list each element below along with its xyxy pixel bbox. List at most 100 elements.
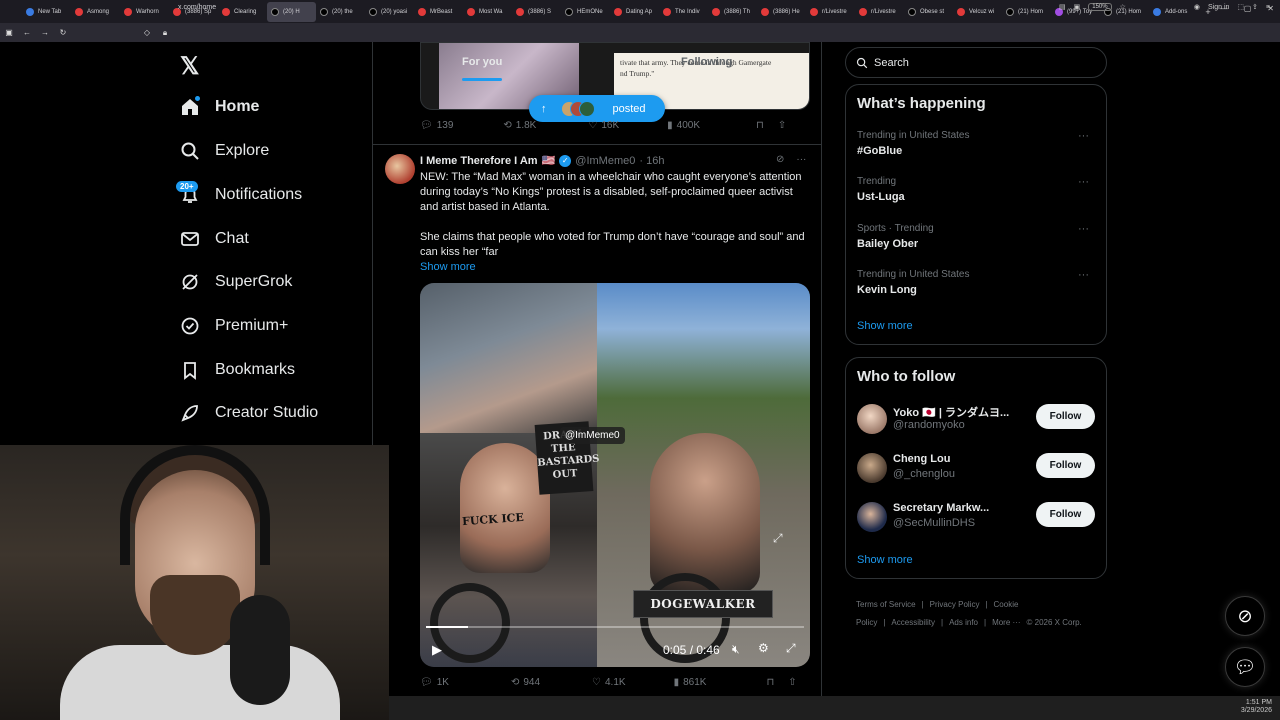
nav-explore[interactable]: Explore (180, 141, 269, 161)
messages-fab-button[interactable]: 💬︎ (1225, 647, 1265, 687)
author-name[interactable]: I Meme Therefore I Am (420, 155, 538, 167)
follow-show-more[interactable]: Show more (857, 554, 913, 566)
browser-tab[interactable]: Dating Ap (610, 2, 659, 22)
nav-premium[interactable]: Premium+ (180, 316, 288, 336)
follow-button[interactable]: Follow (1036, 453, 1095, 478)
footer-link[interactable]: Ads info (949, 618, 978, 627)
browser-tab[interactable]: (20) yoasi (365, 2, 414, 22)
footer-link[interactable]: Accessibility (891, 618, 935, 627)
more-icon[interactable]: ··· (1078, 223, 1089, 235)
rocket-icon (180, 403, 200, 423)
trends-show-more[interactable]: Show more (857, 320, 913, 332)
like-button[interactable]: ♡ 4.1K (592, 677, 626, 688)
trend-item[interactable]: Sports · Trending Bailey Ober ··· (857, 223, 1097, 250)
footer-link[interactable]: Privacy Policy (930, 600, 980, 609)
bookmark-icon[interactable]: ⊓ (756, 120, 764, 131)
back-icon[interactable]: ← (18, 28, 36, 37)
footer-link[interactable]: More ··· (992, 618, 1020, 627)
repost-button[interactable]: ⟲ 1.8K (503, 120, 536, 131)
fullscreen-icon[interactable]: ⤢ (786, 641, 796, 656)
new-posts-pill[interactable]: ↑ posted (529, 95, 665, 122)
share-icon[interactable]: ⇪ (1252, 3, 1258, 11)
sidebar-toggle-icon[interactable]: ▣ (0, 28, 18, 37)
expand-icon[interactable]: ⤢ (773, 531, 783, 546)
sign-in-link[interactable]: Sign in (1208, 4, 1229, 11)
notifications-badge: 20+ (176, 181, 198, 192)
trend-item[interactable]: Trending Ust-Luga ··· (857, 176, 1097, 203)
tab-for-you[interactable]: For you (462, 56, 502, 68)
nav-home[interactable]: Home (180, 97, 259, 117)
more-icon[interactable]: ··· (1078, 269, 1089, 281)
nav-creator-studio[interactable]: Creator Studio (180, 403, 318, 423)
share-icon[interactable]: ⇧ (788, 677, 796, 688)
follow-suggestion[interactable]: Cheng Lou @_chenglou Follow (857, 451, 1097, 487)
bookmark-icon[interactable]: ⊓ (766, 677, 774, 688)
browser-tab[interactable]: Obese st (904, 2, 953, 22)
reader-icon[interactable]: ▤ (1059, 3, 1066, 11)
browser-tab[interactable]: (3886) He (757, 2, 806, 22)
follow-button[interactable]: Follow (1036, 502, 1095, 527)
browser-tab[interactable]: r/Livestre (806, 2, 855, 22)
browser-tab[interactable]: Velcuz wi (953, 2, 1002, 22)
browser-tab[interactable]: Warhorn (120, 2, 169, 22)
views-button[interactable]: ▮ 400K (667, 120, 700, 131)
like-button[interactable]: ♡ 16K (588, 120, 619, 131)
account-icon[interactable]: ◉ (1194, 3, 1200, 11)
share-icon[interactable]: ⇧ (778, 120, 786, 131)
reply-button[interactable]: 💬︎ 1K (420, 677, 449, 688)
nav-supergrok[interactable]: SuperGrok (180, 272, 292, 292)
reply-button[interactable]: 💬︎ 139 (420, 120, 453, 131)
browser-tab[interactable]: The Indiv (659, 2, 708, 22)
screenshot-icon[interactable]: ▣ (1074, 3, 1081, 11)
play-icon[interactable]: ▶ (432, 642, 442, 658)
reload-icon[interactable]: ↻ (54, 28, 72, 37)
shield-icon[interactable]: ◇ (138, 28, 156, 37)
zoom-indicator[interactable]: 150% (1088, 3, 1112, 11)
browser-tab[interactable]: MrBeast (414, 2, 463, 22)
trend-item[interactable]: Trending in United States #GoBlue ··· (857, 130, 1097, 157)
star-icon[interactable]: ☆ (1120, 3, 1126, 11)
post-time[interactable]: · 16h (639, 155, 664, 167)
browser-tab[interactable]: Asmong (71, 2, 120, 22)
x-logo[interactable]: 𝕏 (180, 52, 199, 81)
browser-tab[interactable]: Clearing (218, 2, 267, 22)
trend-item[interactable]: Trending in United States Kevin Long ··· (857, 269, 1097, 296)
forward-icon[interactable]: → (36, 28, 54, 37)
search-input[interactable]: Search (845, 47, 1107, 78)
more-icon[interactable]: ··· (1078, 130, 1089, 142)
nav-notifications[interactable]: Notifications (180, 185, 302, 205)
browser-tab[interactable]: (21) Hom (1002, 2, 1051, 22)
footer-link[interactable]: Terms of Service (856, 600, 916, 609)
extension-icon[interactable]: ⬚ (1237, 3, 1244, 11)
nav-bookmarks[interactable]: Bookmarks (180, 360, 295, 380)
grok-fab-button[interactable]: ⊘ (1225, 596, 1265, 636)
browser-tab[interactable]: r/Livestre (855, 2, 904, 22)
tab-following[interactable]: Following (681, 56, 732, 68)
browser-tab[interactable]: Most Wa (463, 2, 512, 22)
repost-button[interactable]: ⟲ 944 (511, 677, 540, 688)
browser-tab[interactable]: New Tab (22, 2, 71, 22)
menu-icon[interactable]: ≡ (1266, 4, 1270, 11)
video-progress-bar[interactable] (426, 626, 804, 628)
follow-suggestion[interactable]: Secretary Markw... @SecMullinDHS Follow (857, 500, 1097, 536)
system-tray[interactable]: 1:51 PM 3/29/2026 (1241, 699, 1272, 715)
settings-icon[interactable]: ⚙ (758, 641, 769, 655)
avatar[interactable] (385, 154, 415, 184)
show-more-link[interactable]: Show more (420, 260, 812, 275)
follow-suggestion[interactable]: Yoko 🇯🇵 | ランダムヨ... @randomyoko Follow (857, 402, 1097, 438)
grok-icon[interactable]: ⊘ (776, 154, 784, 165)
more-icon[interactable]: ··· (796, 154, 806, 165)
browser-tab[interactable]: HEmONe (561, 2, 610, 22)
url-bar[interactable]: x.com/home (178, 4, 216, 11)
browser-tab[interactable]: (20) H (267, 1, 316, 22)
views-button[interactable]: ▮ 861K (674, 677, 707, 688)
more-icon[interactable]: ··· (1078, 176, 1089, 188)
follow-button[interactable]: Follow (1036, 404, 1095, 429)
browser-tab[interactable]: (20) the (316, 2, 365, 22)
mute-icon[interactable]: 🔇︎ (732, 642, 740, 657)
author-handle[interactable]: @ImMeme0 (575, 155, 635, 167)
trend-context: Trending in United States (857, 269, 970, 280)
browser-tab[interactable]: (3886) Th (708, 2, 757, 22)
browser-tab[interactable]: (3886) S (512, 2, 561, 22)
nav-chat[interactable]: Chat (180, 229, 249, 249)
